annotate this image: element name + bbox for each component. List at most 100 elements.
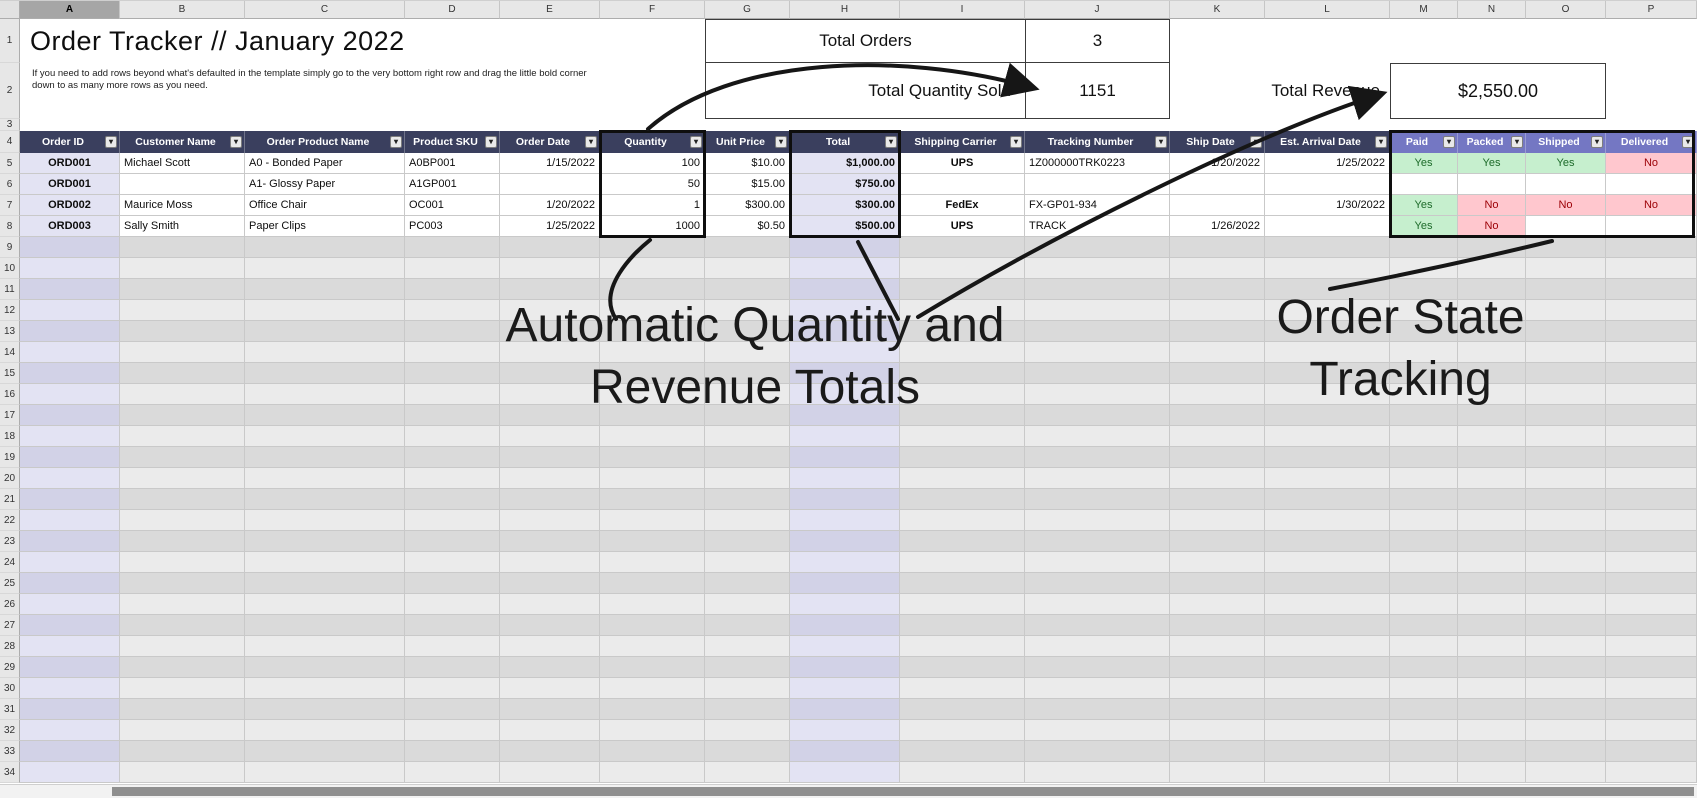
empty-cell[interactable] [900, 426, 1025, 447]
empty-cell[interactable] [1390, 762, 1458, 783]
row-number[interactable]: 21 [0, 489, 20, 510]
row-number[interactable]: 28 [0, 636, 20, 657]
filter-dropdown-icon[interactable]: ▾ [1155, 136, 1167, 148]
empty-cell[interactable] [500, 573, 600, 594]
empty-cell[interactable] [1606, 573, 1697, 594]
cell-order-id[interactable]: ORD001 [20, 153, 120, 174]
empty-cell[interactable] [1025, 741, 1170, 762]
empty-cell[interactable] [1606, 657, 1697, 678]
empty-cell[interactable] [1458, 699, 1526, 720]
column-letter-F[interactable]: F [600, 1, 705, 19]
cell-product-sku[interactable]: PC003 [405, 216, 500, 237]
empty-cell[interactable] [1458, 510, 1526, 531]
empty-cell[interactable] [600, 720, 705, 741]
empty-cell[interactable] [20, 363, 120, 384]
empty-cell[interactable] [790, 552, 900, 573]
empty-cell[interactable] [245, 342, 405, 363]
row-number[interactable]: 19 [0, 447, 20, 468]
row-number[interactable]: 22 [0, 510, 20, 531]
empty-cell[interactable] [500, 447, 600, 468]
empty-cell[interactable] [1526, 342, 1606, 363]
empty-cell[interactable] [1025, 720, 1170, 741]
cell-ship-date[interactable] [1170, 174, 1265, 195]
empty-cell[interactable] [1458, 678, 1526, 699]
empty-cell[interactable] [900, 489, 1025, 510]
empty-cell[interactable] [1265, 342, 1390, 363]
empty-cell[interactable] [900, 363, 1025, 384]
empty-cell[interactable] [1526, 594, 1606, 615]
empty-cell[interactable] [900, 636, 1025, 657]
empty-cell[interactable] [1526, 300, 1606, 321]
empty-cell[interactable] [20, 405, 120, 426]
empty-cell[interactable] [1390, 258, 1458, 279]
empty-cell[interactable] [500, 552, 600, 573]
empty-cell[interactable] [900, 531, 1025, 552]
empty-cell[interactable] [245, 321, 405, 342]
filter-dropdown-icon[interactable]: ▾ [775, 136, 787, 148]
empty-cell[interactable] [1526, 699, 1606, 720]
empty-cell[interactable] [405, 741, 500, 762]
empty-cell[interactable] [500, 510, 600, 531]
empty-cell[interactable] [500, 342, 600, 363]
empty-cell[interactable] [405, 279, 500, 300]
empty-cell[interactable] [1390, 489, 1458, 510]
empty-cell[interactable] [405, 468, 500, 489]
empty-cell[interactable] [1606, 510, 1697, 531]
empty-cell[interactable] [1606, 552, 1697, 573]
empty-cell[interactable] [1265, 489, 1390, 510]
empty-cell[interactable] [405, 531, 500, 552]
empty-cell[interactable] [1606, 342, 1697, 363]
empty-cell[interactable] [790, 657, 900, 678]
column-letter-M[interactable]: M [1390, 1, 1458, 19]
empty-cell[interactable] [405, 615, 500, 636]
filter-dropdown-icon[interactable]: ▾ [885, 136, 897, 148]
empty-cell[interactable] [405, 552, 500, 573]
empty-cell[interactable] [120, 720, 245, 741]
empty-cell[interactable] [1265, 636, 1390, 657]
row-number[interactable]: 5 [0, 153, 20, 174]
empty-cell[interactable] [20, 447, 120, 468]
empty-cell[interactable] [1458, 573, 1526, 594]
empty-cell[interactable] [500, 720, 600, 741]
cell-total[interactable]: $750.00 [790, 174, 900, 195]
empty-cell[interactable] [1390, 468, 1458, 489]
empty-cell[interactable] [500, 468, 600, 489]
row-number[interactable]: 31 [0, 699, 20, 720]
cell-shipped[interactable] [1526, 216, 1606, 237]
cell-unit-price[interactable]: $15.00 [705, 174, 790, 195]
empty-cell[interactable] [900, 342, 1025, 363]
empty-cell[interactable] [20, 636, 120, 657]
empty-cell[interactable] [405, 426, 500, 447]
empty-cell[interactable] [790, 573, 900, 594]
cell-paid[interactable]: Yes [1390, 153, 1458, 174]
row-number[interactable]: 18 [0, 426, 20, 447]
row-number[interactable]: 9 [0, 237, 20, 258]
empty-cell[interactable] [1458, 720, 1526, 741]
row-number[interactable]: 17 [0, 405, 20, 426]
header-unit-price[interactable]: Unit Price ▾ [705, 131, 790, 153]
row-number[interactable]: 2 [0, 63, 20, 119]
empty-cell[interactable] [790, 384, 900, 405]
cell-total[interactable]: $300.00 [790, 195, 900, 216]
empty-cell[interactable] [900, 594, 1025, 615]
empty-cell[interactable] [405, 594, 500, 615]
row-number[interactable]: 10 [0, 258, 20, 279]
empty-cell[interactable] [1606, 489, 1697, 510]
empty-cell[interactable] [1606, 699, 1697, 720]
empty-cell[interactable] [20, 720, 120, 741]
cell-customer-name[interactable]: Sally Smith [120, 216, 245, 237]
empty-cell[interactable] [1458, 237, 1526, 258]
empty-cell[interactable] [1170, 615, 1265, 636]
empty-cell[interactable] [1606, 384, 1697, 405]
empty-cell[interactable] [1458, 531, 1526, 552]
empty-cell[interactable] [245, 489, 405, 510]
empty-cell[interactable] [1390, 531, 1458, 552]
cell-ship-date[interactable] [1170, 195, 1265, 216]
empty-cell[interactable] [1458, 363, 1526, 384]
cell-total[interactable]: $1,000.00 [790, 153, 900, 174]
column-letter-D[interactable]: D [405, 1, 500, 19]
empty-cell[interactable] [1526, 762, 1606, 783]
empty-cell[interactable] [1025, 489, 1170, 510]
empty-cell[interactable] [1606, 447, 1697, 468]
row-number[interactable]: 16 [0, 384, 20, 405]
